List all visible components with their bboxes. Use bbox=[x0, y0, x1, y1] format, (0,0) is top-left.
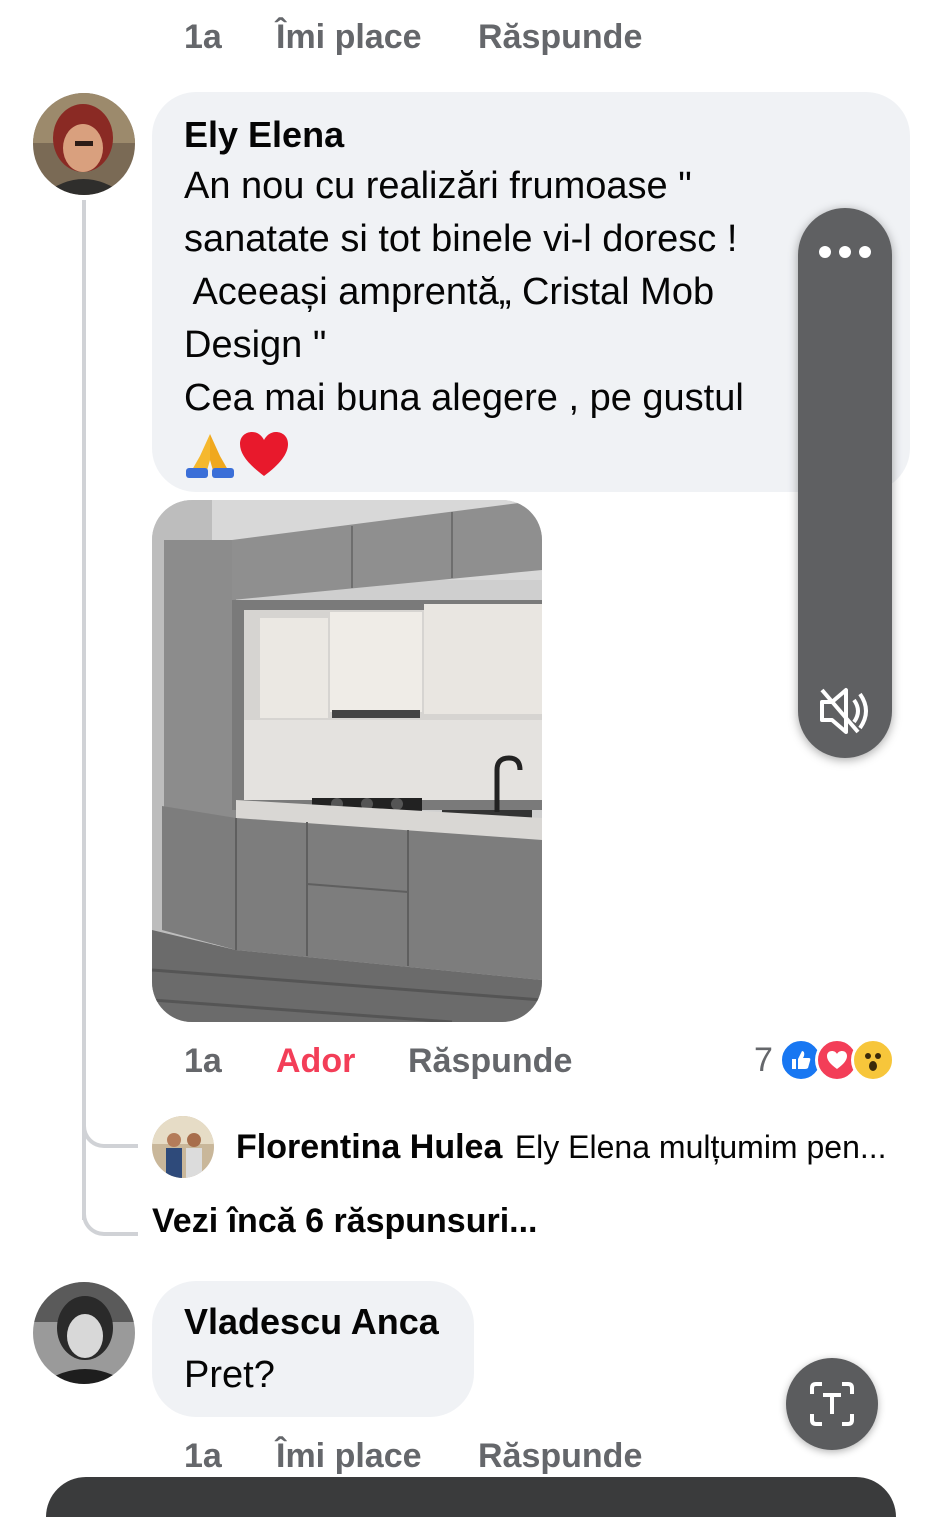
muted-speaker-icon[interactable] bbox=[818, 686, 872, 741]
avatar-photo bbox=[33, 1282, 135, 1384]
comment-time: 1a bbox=[184, 1042, 222, 1080]
reply-preview[interactable]: Florentina Hulea Ely Elena mulțumim pen.… bbox=[236, 1128, 916, 1167]
emoji-row bbox=[184, 430, 290, 480]
like-button[interactable]: Îmi place bbox=[276, 1437, 422, 1476]
folded-hands-emoji bbox=[186, 434, 234, 478]
reaction-count: 7 bbox=[754, 1040, 773, 1079]
comment-bubble[interactable]: Vladescu Anca Pret? bbox=[152, 1281, 474, 1417]
avatar-photo bbox=[33, 93, 135, 195]
comment-bubble[interactable]: Ely Elena An nou cu realizări frumoase "… bbox=[152, 92, 910, 492]
comment-author[interactable]: Vladescu Anca bbox=[184, 1301, 439, 1343]
comment-photo[interactable] bbox=[152, 500, 542, 1022]
comment-time: 1a bbox=[184, 18, 222, 56]
comment-time: 1a bbox=[184, 1437, 222, 1475]
kitchen-photo bbox=[152, 500, 542, 1022]
comment-line: Design " bbox=[184, 324, 327, 366]
reply-author[interactable]: Florentina Hulea bbox=[236, 1128, 502, 1166]
reply-avatar[interactable] bbox=[152, 1116, 214, 1178]
comment-line: An nou cu realizări frumoase " bbox=[184, 165, 692, 207]
avatar-photo bbox=[152, 1116, 214, 1178]
view-more-replies-link[interactable]: Vezi încă 6 răspunsuri... bbox=[152, 1202, 538, 1241]
thread-line bbox=[82, 200, 86, 1220]
avatar[interactable] bbox=[33, 93, 135, 195]
text-recognize-button[interactable] bbox=[786, 1358, 878, 1450]
comment-text: An nou cu realizări frumoase " sanatate … bbox=[184, 160, 754, 425]
floating-video-controls[interactable] bbox=[798, 208, 892, 758]
comment-line: Aceeași amprentă„ Cristal Mob bbox=[184, 271, 715, 313]
reactions-summary[interactable]: 7 bbox=[754, 1038, 895, 1082]
like-button[interactable]: Îmi place bbox=[276, 18, 422, 57]
love-reaction-button[interactable]: Ador bbox=[276, 1042, 355, 1081]
comment-line: sanatate si tot binele vi-l doresc ! bbox=[184, 218, 738, 260]
reply-button[interactable]: Răspunde bbox=[478, 18, 642, 57]
reply-button[interactable]: Răspunde bbox=[408, 1042, 572, 1081]
red-heart-emoji bbox=[240, 432, 288, 476]
comment-line: Cea mai buna alegere , pe gustul bbox=[184, 377, 755, 419]
thread-branch-reply bbox=[82, 1108, 138, 1148]
bottom-bar[interactable] bbox=[46, 1477, 896, 1517]
wow-reaction-icon bbox=[850, 1038, 895, 1082]
reply-button[interactable]: Răspunde bbox=[478, 1437, 642, 1476]
more-dots-icon[interactable] bbox=[816, 242, 874, 267]
text-recognize-icon bbox=[810, 1382, 854, 1426]
comment-author[interactable]: Ely Elena bbox=[184, 114, 344, 156]
avatar[interactable] bbox=[33, 1282, 135, 1384]
thread-branch-more bbox=[82, 1196, 138, 1236]
comment-text: Pret? bbox=[184, 1354, 275, 1396]
reply-text: Ely Elena mulțumim pen... bbox=[514, 1129, 887, 1165]
